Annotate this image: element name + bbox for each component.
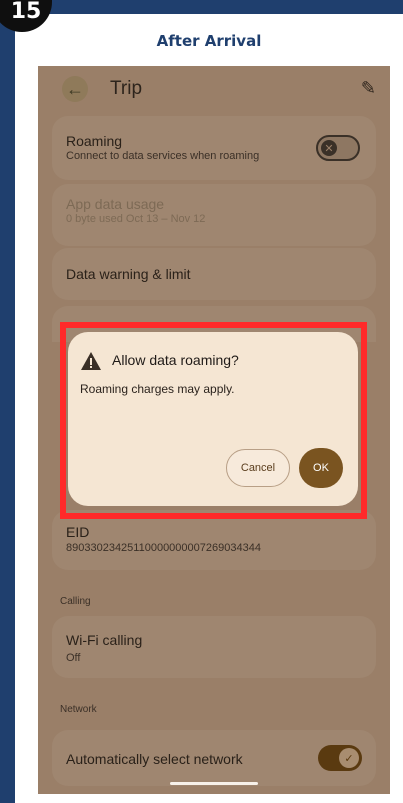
highlight-box xyxy=(60,322,367,519)
eid-setting: EID 89033023425110000000007269034344 xyxy=(52,510,376,570)
data-warning-label: Data warning & limit xyxy=(66,266,191,282)
toggle-check-icon: ✓ xyxy=(339,748,359,768)
wifi-calling-setting[interactable]: Wi-Fi calling Off xyxy=(52,616,376,678)
wifi-calling-sub: Off xyxy=(66,652,81,664)
step-badge: 15 xyxy=(0,0,52,32)
roaming-label: Roaming xyxy=(66,133,123,149)
frame-top xyxy=(0,0,403,14)
home-indicator[interactable] xyxy=(170,782,258,785)
roaming-sub: Connect to data services when roaming xyxy=(66,150,260,162)
app-data-usage-label: App data usage xyxy=(66,196,165,212)
data-warning-setting[interactable]: Data warning & limit xyxy=(52,248,376,300)
page-title: Trip xyxy=(110,78,143,99)
toggle-x-icon: ✕ xyxy=(321,140,337,156)
eid-value: 89033023425110000000007269034344 xyxy=(66,542,261,554)
wifi-calling-label: Wi-Fi calling xyxy=(66,632,143,648)
app-data-usage-sub: 0 byte used Oct 13 – Nov 12 xyxy=(66,213,206,225)
auto-network-toggle[interactable]: ✓ xyxy=(318,745,362,771)
caption: After Arrival xyxy=(156,32,262,50)
network-section-header: Network xyxy=(60,704,97,715)
auto-network-setting[interactable]: Automatically select network ✓ xyxy=(52,730,376,786)
app-bar: ← Trip ✎ xyxy=(38,66,390,112)
app-data-usage-setting: App data usage 0 byte used Oct 13 – Nov … xyxy=(52,184,376,246)
calling-section-header: Calling xyxy=(60,596,91,607)
roaming-toggle[interactable]: ✕ xyxy=(316,135,360,161)
edit-pencil-icon[interactable]: ✎ xyxy=(361,78,376,99)
eid-label: EID xyxy=(66,524,90,540)
frame-left xyxy=(0,0,15,803)
roaming-setting[interactable]: Roaming Connect to data services when ro… xyxy=(52,116,376,180)
back-arrow-icon[interactable]: ← xyxy=(62,76,88,102)
auto-network-label: Automatically select network xyxy=(66,751,243,767)
